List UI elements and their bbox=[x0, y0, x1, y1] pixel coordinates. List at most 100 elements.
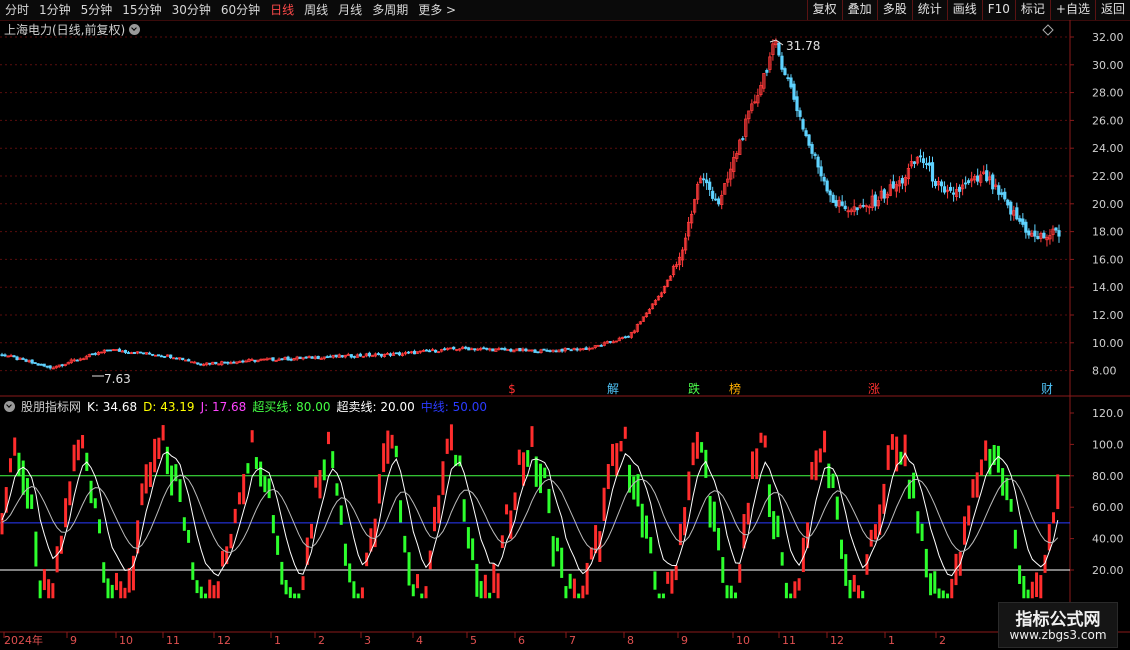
candle-body bbox=[464, 346, 468, 349]
candle-body bbox=[253, 359, 257, 362]
indicator-bar bbox=[810, 461, 814, 480]
indicator-bar bbox=[30, 494, 34, 509]
indicator-bar bbox=[572, 578, 576, 599]
indicator-bar bbox=[946, 593, 950, 599]
candle-body bbox=[394, 352, 399, 355]
candle-body bbox=[1018, 218, 1022, 222]
candle-body bbox=[48, 365, 52, 369]
indicator-bar bbox=[352, 581, 356, 599]
indicator-bar bbox=[488, 592, 492, 599]
price-tick-label: 14.00 bbox=[1092, 281, 1124, 294]
indicator-bar bbox=[602, 487, 606, 521]
indicator-bar bbox=[301, 576, 305, 591]
indicator-bar bbox=[640, 503, 644, 538]
time-tick-label: 2024年 bbox=[4, 633, 43, 647]
candle-body bbox=[834, 200, 838, 207]
candle-body bbox=[187, 359, 191, 362]
indicator-bar bbox=[360, 587, 364, 599]
indicator-bar bbox=[399, 500, 403, 523]
candle-body bbox=[786, 77, 790, 80]
indicator-bar bbox=[869, 529, 873, 547]
candle-body bbox=[717, 198, 721, 205]
indicator-bar bbox=[543, 467, 547, 479]
candle-body bbox=[325, 356, 329, 359]
candle-body bbox=[289, 358, 293, 361]
indicator-bar bbox=[106, 578, 110, 599]
indicator-bar bbox=[1030, 581, 1034, 599]
candle-body bbox=[434, 349, 438, 353]
candle-body bbox=[708, 181, 712, 190]
candle-body bbox=[623, 336, 627, 339]
indicator-bar bbox=[967, 505, 971, 526]
indicator-bar bbox=[420, 593, 424, 599]
indicator-bar bbox=[208, 579, 212, 599]
indicator-bar bbox=[280, 561, 284, 585]
diamond-icon bbox=[1042, 24, 1054, 36]
candle-body bbox=[930, 162, 935, 182]
indicator-bar bbox=[606, 464, 610, 490]
candle-body bbox=[705, 179, 709, 184]
candle-body bbox=[310, 356, 314, 359]
candle-body bbox=[352, 356, 356, 358]
indicator-bar bbox=[267, 478, 271, 499]
indicator-bar bbox=[1022, 575, 1026, 599]
indicator-bar bbox=[81, 434, 85, 449]
indicator-bar bbox=[937, 588, 941, 599]
indicator-bar bbox=[538, 463, 542, 494]
indicator-legend: 股朋指标网 K: 34.68 D: 43.19 J: 17.68 超买线: 80… bbox=[4, 398, 487, 415]
indicator-bar bbox=[449, 424, 453, 451]
time-tick-label: 1 bbox=[274, 634, 281, 647]
candle-body bbox=[45, 365, 49, 368]
indicator-bar bbox=[619, 441, 623, 452]
candle-body bbox=[141, 352, 146, 355]
candle-body bbox=[918, 155, 923, 158]
indicator-bar bbox=[216, 581, 220, 599]
indicator-bar bbox=[1052, 512, 1056, 524]
indicator-bar bbox=[382, 443, 386, 473]
indicator-bar bbox=[233, 508, 237, 524]
stock-chart-canvas[interactable]: 32.0030.0028.0026.0024.0022.0020.0018.00… bbox=[0, 0, 1130, 650]
candle-body bbox=[702, 178, 706, 181]
indicator-bars bbox=[0, 424, 1060, 599]
indicator-bar bbox=[725, 585, 729, 599]
indicator-bar bbox=[390, 434, 394, 449]
candle-body bbox=[175, 357, 179, 360]
time-tick-label: 4 bbox=[416, 634, 423, 647]
candle-body bbox=[840, 201, 844, 206]
time-tick-label: 12 bbox=[830, 634, 844, 647]
candle-body bbox=[548, 350, 552, 353]
indicator-bar bbox=[623, 426, 627, 439]
event-marker: 榜 bbox=[729, 381, 741, 396]
indicator-bar bbox=[220, 550, 224, 567]
k-value: K: 34.68 bbox=[87, 399, 138, 414]
indicator-bar bbox=[38, 580, 42, 599]
indicator-bar bbox=[64, 498, 68, 528]
candle-body bbox=[927, 162, 932, 166]
indicator-bar bbox=[755, 448, 759, 480]
indicator-bar bbox=[1056, 474, 1060, 510]
indicator-bar bbox=[683, 507, 687, 536]
indicator-bar bbox=[21, 460, 25, 495]
chevron-down-icon[interactable] bbox=[4, 401, 15, 412]
indicator-bar bbox=[585, 562, 589, 595]
candle-body bbox=[804, 130, 808, 137]
chevron-down-icon[interactable] bbox=[129, 24, 141, 35]
d-line bbox=[1, 474, 1059, 553]
candle-body bbox=[1015, 207, 1019, 220]
candle-body bbox=[891, 181, 895, 189]
candle-body bbox=[714, 198, 718, 201]
candle-body bbox=[939, 181, 944, 187]
indicator-bar bbox=[466, 527, 470, 549]
indicator-bar bbox=[975, 472, 979, 498]
candle-body bbox=[39, 363, 43, 366]
candle-body bbox=[942, 186, 947, 193]
indicator-bar bbox=[505, 504, 509, 515]
indicator-bar bbox=[560, 547, 564, 578]
candle-body bbox=[951, 192, 956, 195]
indicator-bar bbox=[288, 587, 292, 598]
indicator-bar bbox=[568, 573, 572, 589]
candle-body bbox=[1054, 227, 1058, 231]
candle-body bbox=[60, 364, 64, 367]
indicator-bar bbox=[708, 495, 712, 528]
candle-body bbox=[900, 177, 904, 184]
